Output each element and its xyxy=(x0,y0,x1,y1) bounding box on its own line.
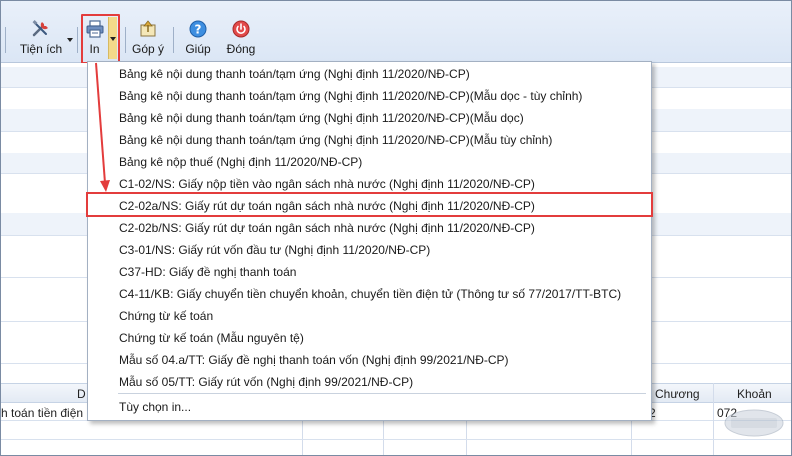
menu-item[interactable]: Bảng kê nộp thuế (Nghị định 11/2020/NĐ-C… xyxy=(89,151,650,173)
print-menu: Bảng kê nội dung thanh toán/tạm ứng (Ngh… xyxy=(87,61,652,421)
toolbar-separator xyxy=(125,27,126,53)
menu-item[interactable]: Chứng từ kế toán (Mẫu nguyên tệ) xyxy=(89,327,650,349)
close-button[interactable]: Đóng xyxy=(223,19,259,61)
column-header-chuong[interactable]: Chương xyxy=(655,387,700,401)
utilities-button[interactable]: Tiện ích xyxy=(19,19,63,61)
feedback-icon xyxy=(138,19,158,39)
power-icon xyxy=(231,19,251,39)
grid-line xyxy=(713,383,714,455)
menu-item[interactable]: Mẫu số 05/TT: Giấy rút vốn (Nghị định 99… xyxy=(89,371,650,393)
menu-item[interactable]: Bảng kê nội dung thanh toán/tạm ứng (Ngh… xyxy=(89,129,650,151)
help-icon: ? xyxy=(188,19,208,39)
menu-item[interactable]: Bảng kê nội dung thanh toán/tạm ứng (Ngh… xyxy=(89,85,650,107)
toolbar-separator xyxy=(173,27,174,53)
menu-item[interactable]: Bảng kê nội dung thanh toán/tạm ứng (Ngh… xyxy=(89,107,650,129)
column-header-d[interactable]: D xyxy=(77,387,86,401)
svg-text:?: ? xyxy=(195,23,202,37)
watermark-logo xyxy=(724,409,784,437)
row-description: h toán tiền điện 1 xyxy=(1,406,94,420)
toolbar-separator xyxy=(77,27,78,53)
utilities-label: Tiện ích xyxy=(19,42,63,56)
menu-item[interactable]: C3-01/NS: Giấy rút vốn đầu tư (Nghị định… xyxy=(89,239,650,261)
menu-item[interactable]: Mẫu số 04.a/TT: Giấy đề nghị thanh toán … xyxy=(89,349,650,371)
feedback-button[interactable]: Góp ý xyxy=(131,19,165,61)
tools-icon xyxy=(31,19,51,39)
menu-item[interactable]: C4-11/KB: Giấy chuyển tiền chuyển khoản,… xyxy=(89,283,650,305)
menu-item[interactable]: C37-HD: Giấy đề nghị thanh toán xyxy=(89,261,650,283)
menu-item[interactable]: C2-02b/NS: Giấy rút dự toán ngân sách nh… xyxy=(89,217,650,239)
toolbar: Tiện ích In Góp ý ? Giúp Đóng xyxy=(1,1,791,64)
print-highlight-box xyxy=(81,14,120,64)
chevron-down-icon[interactable] xyxy=(67,38,73,42)
menu-item[interactable]: Bảng kê nội dung thanh toán/tạm ứng (Ngh… xyxy=(89,63,650,85)
menu-separator xyxy=(118,393,646,394)
app-window: Tiện ích In Góp ý ? Giúp Đóng D Chương K… xyxy=(0,0,792,456)
help-button[interactable]: ? Giúp xyxy=(183,19,213,61)
close-label: Đóng xyxy=(226,42,256,56)
menu-item[interactable]: Chứng từ kế toán xyxy=(89,305,650,327)
print-options-item[interactable]: Tùy chọn in... xyxy=(89,396,650,418)
column-header-khoan[interactable]: Khoản xyxy=(737,387,772,401)
grid-line xyxy=(1,439,791,440)
help-label: Giúp xyxy=(185,42,211,56)
toolbar-separator xyxy=(5,27,6,53)
feedback-label: Góp ý xyxy=(131,42,164,56)
menu-highlight-box xyxy=(86,192,653,217)
